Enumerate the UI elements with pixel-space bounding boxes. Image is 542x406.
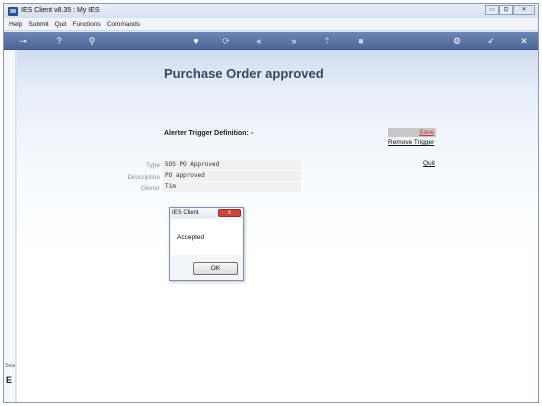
- description-label: Description: [127, 174, 160, 181]
- close-window-button[interactable]: ✕: [513, 5, 535, 15]
- maximize-button[interactable]: ⊡: [499, 5, 513, 15]
- back-double-icon[interactable]: «: [254, 35, 264, 47]
- app-window: IES Client v8.35 : My IES ▭ ⊡ ✕ Help Sub…: [3, 3, 539, 403]
- gear-icon[interactable]: ⚙: [452, 35, 462, 47]
- dialog-body: Accepted: [171, 219, 242, 255]
- menu-quit[interactable]: Quit: [55, 18, 67, 30]
- page-title: Purchase Order approved: [164, 66, 324, 81]
- key-icon[interactable]: ⊸: [14, 35, 32, 47]
- quit-link[interactable]: Quit: [423, 160, 435, 167]
- sidebar-label: Sea: [5, 363, 15, 369]
- upload-icon[interactable]: ⇡: [322, 35, 332, 47]
- save-bar: Save: [388, 128, 436, 137]
- dialog-close-button[interactable]: x: [218, 209, 241, 217]
- minimize-button[interactable]: ▭: [485, 5, 499, 15]
- menu-bar: Help Submit Quit Functions Commands: [4, 18, 538, 31]
- heart-icon[interactable]: ♥: [191, 35, 201, 47]
- app-logo-icon: [8, 7, 18, 16]
- description-field[interactable]: PO approved: [163, 171, 301, 181]
- dialog-title-bar: IES Client x: [170, 208, 243, 218]
- help-icon[interactable]: ?: [54, 35, 64, 47]
- menu-commands[interactable]: Commands: [107, 18, 140, 30]
- window-title: IES Client v8.35 : My IES: [21, 7, 100, 14]
- refresh-icon[interactable]: ⟳: [221, 35, 231, 47]
- remove-trigger-link[interactable]: Remove Trigger: [388, 139, 434, 146]
- type-label: Type: [145, 162, 160, 169]
- search-icon[interactable]: ⚲: [87, 35, 97, 47]
- owner-label: Owner: [140, 185, 160, 192]
- definition-label: Alerter Trigger Definition: -: [164, 130, 254, 137]
- type-field[interactable]: SOS PO Approved: [163, 160, 301, 170]
- ok-button[interactable]: OK: [193, 262, 238, 275]
- close-icon[interactable]: ✕: [519, 35, 529, 47]
- sidebar-glyph-icon[interactable]: E: [6, 375, 12, 385]
- window-controls: ▭ ⊡ ✕: [485, 5, 535, 15]
- save-link[interactable]: Save: [419, 128, 434, 137]
- dialog-message: Accepted: [177, 234, 205, 241]
- check-icon[interactable]: ✓: [486, 35, 496, 47]
- left-sidebar: Sea E: [4, 50, 16, 402]
- menu-submit[interactable]: Submit: [28, 18, 48, 30]
- menu-functions[interactable]: Functions: [73, 18, 101, 30]
- message-dialog: IES Client x Accepted OK: [169, 207, 244, 281]
- stop-icon[interactable]: ■: [356, 35, 366, 47]
- forward-double-icon[interactable]: »: [289, 35, 299, 47]
- main-content: Purchase Order approved Alerter Trigger …: [17, 50, 538, 402]
- toolbar: ⊸ ? ⚲ ♥ ⟳ « » ⇡ ■ ⚙ ✓ ✕: [4, 32, 538, 50]
- dialog-title: IES Client: [172, 210, 199, 216]
- menu-help[interactable]: Help: [9, 18, 22, 30]
- owner-field[interactable]: Tim: [163, 182, 301, 192]
- title-bar: IES Client v8.35 : My IES ▭ ⊡ ✕: [4, 4, 538, 18]
